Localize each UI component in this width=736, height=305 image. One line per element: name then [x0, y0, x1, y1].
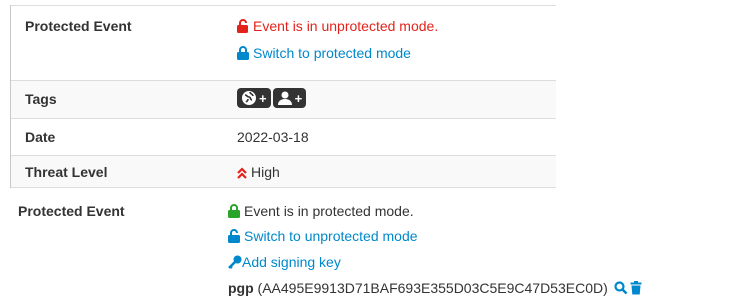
search-icon[interactable]	[614, 281, 628, 298]
plus-text: +	[259, 90, 267, 106]
key-icon	[228, 255, 242, 272]
lock-icon	[228, 204, 240, 221]
switch-to-protected-link[interactable]: Switch to protected mode	[237, 45, 411, 63]
threat-level-value: High	[237, 164, 280, 182]
pgp-fingerprint: (AA495E9913D71BAF693E355D03C5E9C47D53EC0…	[257, 280, 608, 296]
lock-icon	[237, 46, 249, 63]
protected-event-label: Protected Event	[25, 18, 132, 34]
add-local-tag-button[interactable]: +	[272, 88, 307, 108]
pgp-label: pgp	[228, 280, 254, 296]
lock-open-icon	[237, 19, 249, 36]
trash-icon[interactable]	[630, 281, 642, 298]
add-signing-key-text: Add signing key	[242, 254, 341, 270]
plus-text: +	[294, 90, 303, 106]
protected-status-text: Event is in protected mode.	[244, 203, 414, 219]
protected-event-label-2: Protected Event	[18, 203, 125, 219]
tags-label: Tags	[25, 91, 57, 107]
unprotected-status: Event is in unprotected mode.	[237, 18, 438, 36]
protected-event-section: Protected Event Event is in protected mo…	[0, 188, 736, 305]
event-attributes-table: Protected Event Event is in unprotected …	[10, 5, 556, 188]
user-icon	[277, 91, 292, 105]
date-value: 2022-03-18	[237, 129, 309, 145]
protected-status: Event is in protected mode.	[228, 203, 414, 221]
tags-row: Tags + +	[11, 80, 556, 118]
switch-to-protected-text: Switch to protected mode	[253, 45, 411, 61]
chevron-double-up-icon	[237, 166, 247, 182]
add-signing-key-link[interactable]: Add signing key	[228, 254, 341, 272]
protected-event-row: Protected Event Event is in unprotected …	[11, 5, 556, 43]
threat-level-row: Threat Level High	[11, 155, 556, 188]
globe-icon	[242, 91, 256, 105]
threat-level-text: High	[251, 164, 280, 180]
lock-open-icon	[228, 229, 240, 246]
switch-to-unprotected-text: Switch to unprotected mode	[244, 228, 418, 244]
unprotected-status-text: Event is in unprotected mode.	[253, 18, 439, 34]
pgp-key-entry: pgp (AA495E9913D71BAF693E355D03C5E9C47D5…	[228, 280, 646, 298]
threat-level-label: Threat Level	[25, 164, 108, 180]
date-row: Date 2022-03-18	[11, 118, 556, 155]
date-label: Date	[25, 129, 56, 145]
switch-protected-row: Switch to protected mode	[11, 43, 556, 80]
tag-buttons: + +	[237, 88, 308, 108]
add-galaxy-tag-button[interactable]: +	[237, 88, 271, 108]
switch-to-unprotected-link[interactable]: Switch to unprotected mode	[228, 228, 418, 246]
